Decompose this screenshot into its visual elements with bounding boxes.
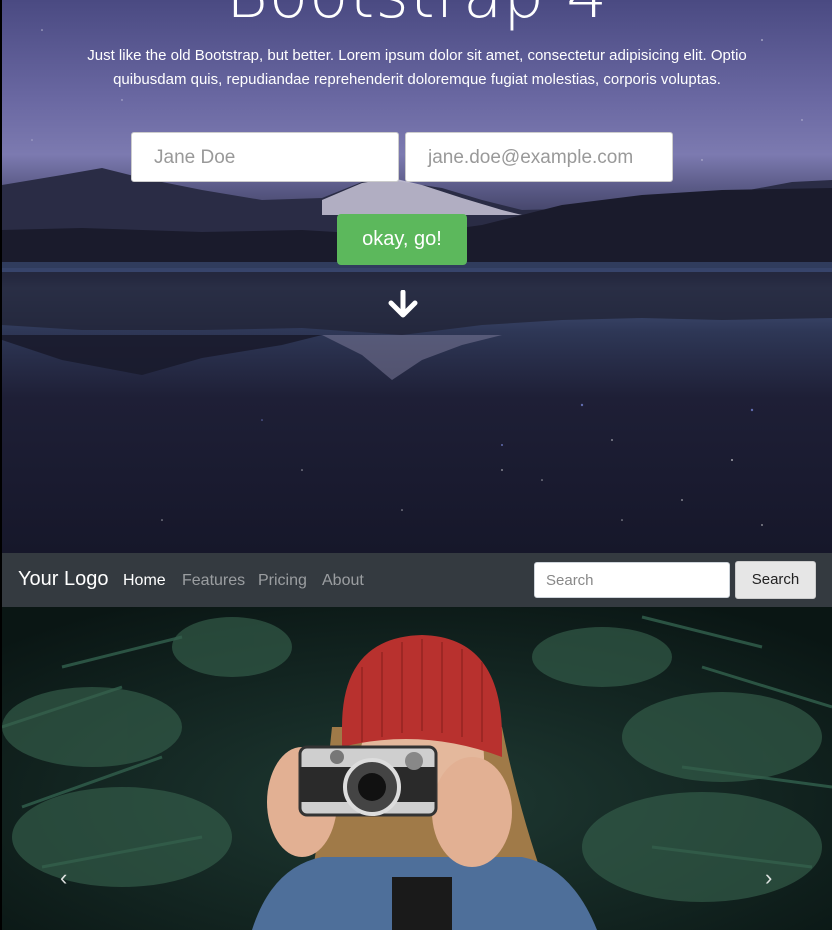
nav-link-features[interactable]: Features [182, 572, 245, 590]
carousel [2, 607, 832, 930]
hero-section: Bootstrap 4 Just like the old Bootstrap,… [2, 0, 832, 553]
hero-title: Bootstrap 4 [2, 0, 832, 32]
nav-link-home[interactable]: Home [123, 572, 166, 590]
carousel-prev-icon[interactable]: ‹ [60, 865, 67, 891]
submit-button[interactable]: okay, go! [337, 214, 467, 265]
nav-link-pricing[interactable]: Pricing [258, 572, 307, 590]
navbar: Your Logo Home Features Pricing About Se… [2, 553, 832, 607]
carousel-next-icon[interactable]: › [765, 865, 772, 891]
brand-logo[interactable]: Your Logo [18, 568, 108, 591]
search-input[interactable]: Search [534, 562, 730, 598]
search-button[interactable]: Search [735, 561, 816, 599]
email-input[interactable]: jane.doe@example.com [405, 132, 673, 182]
arrow-down-icon[interactable] [386, 290, 420, 320]
name-input[interactable]: Jane Doe [131, 132, 399, 182]
nav-link-about[interactable]: About [322, 572, 364, 590]
carousel-slide-image [2, 607, 832, 930]
hero-description: Just like the old Bootstrap, but better.… [87, 47, 747, 88]
